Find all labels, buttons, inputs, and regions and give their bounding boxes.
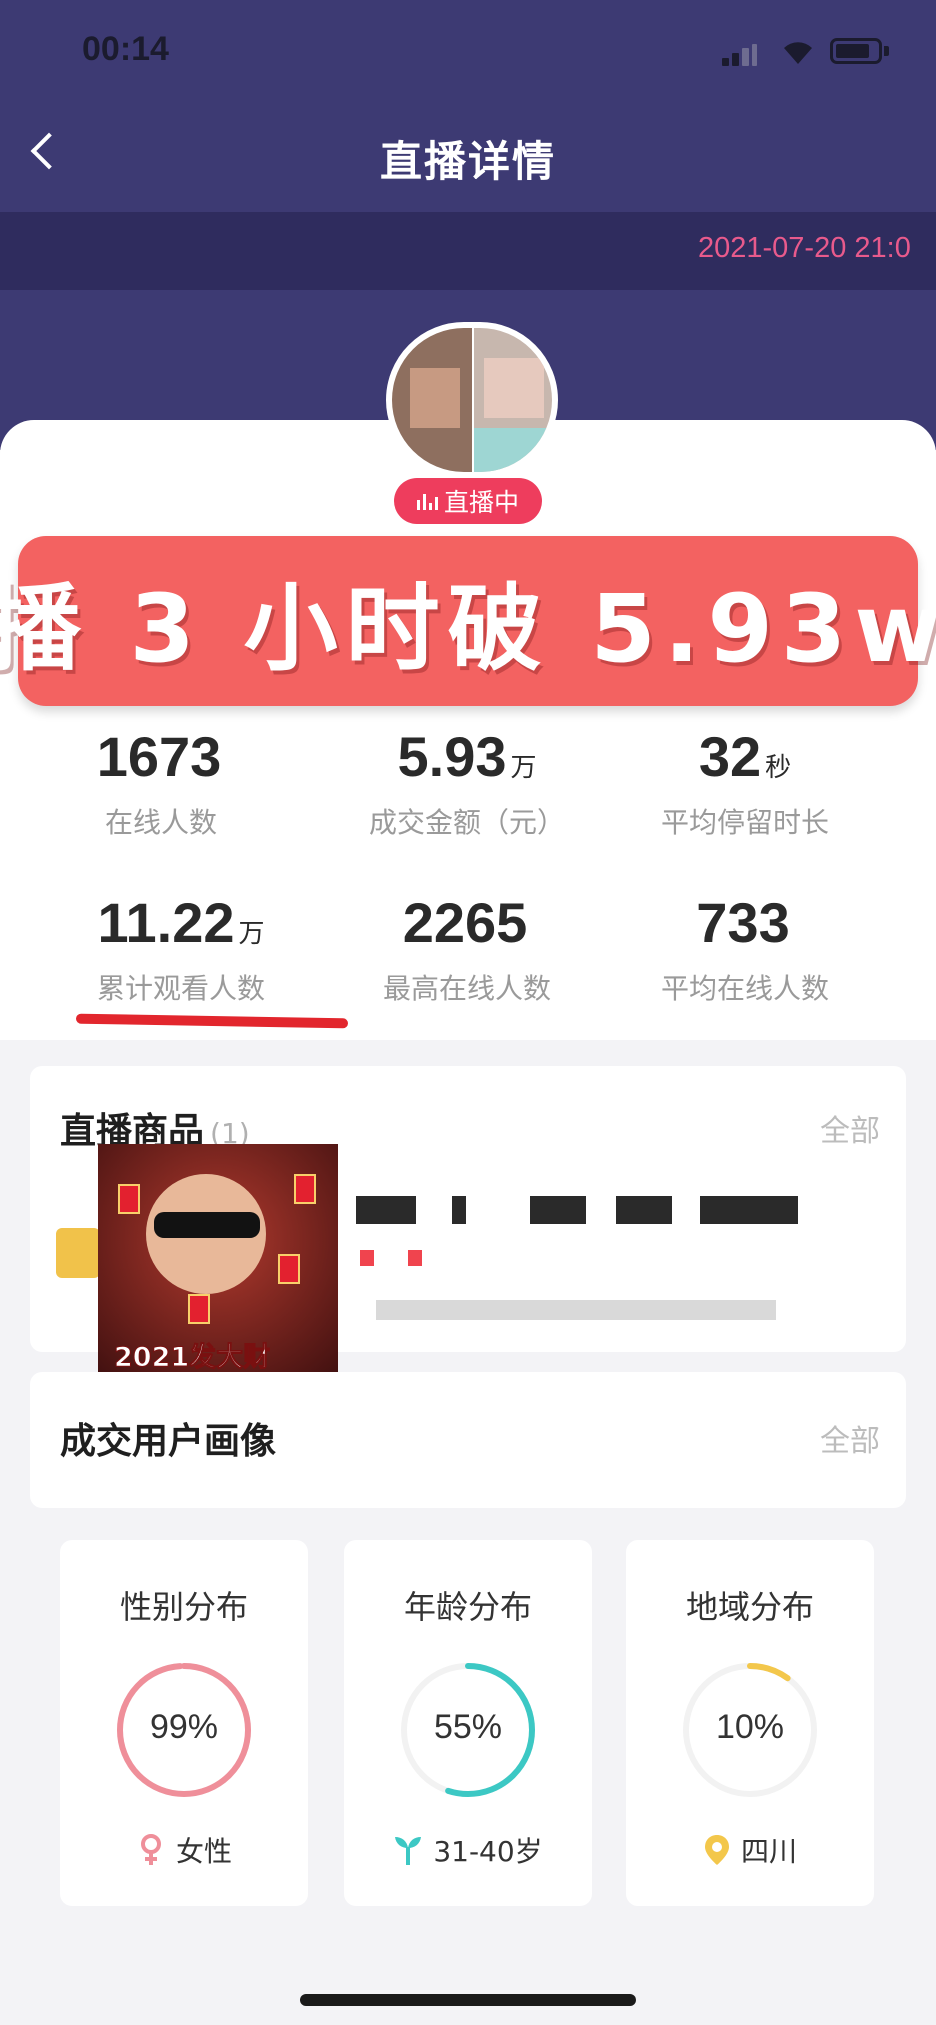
status-bar: 00:14 [0, 0, 936, 105]
stat-total-viewers: 11.22 万 累计观看人数 [46, 890, 316, 1007]
stat-unit: 万 [238, 919, 265, 949]
stat-label: 累计观看人数 [96, 972, 265, 1005]
sprout-icon [395, 1837, 422, 1865]
stats-grid: 1673 在线人数 5.93 万 成交金额（元） 32 秒 平均停留时长 11.22… [26, 712, 910, 1042]
signal-icon [722, 44, 758, 66]
banner-text: 播 3 小时破 5.93w [0, 575, 936, 684]
stat-avg-stay: 32 秒 平均停留时长 [610, 724, 880, 841]
stat-value: 1673 [96, 725, 222, 788]
product-name-redacted-4 [616, 1196, 672, 1224]
ring-percent: 10% [715, 1708, 785, 1746]
stat-value: 11.22 [97, 891, 235, 954]
stat-label: 成交金额（元） [368, 806, 565, 839]
stat-label: 最高在线人数 [382, 972, 551, 1005]
card-footer: 四川 [626, 1830, 874, 1870]
portrait-section: 成交用户画像 全部 [30, 1372, 906, 1508]
stat-avg-online: 733 平均在线人数 [610, 890, 880, 1007]
card-title: 地域分布 [685, 1588, 814, 1626]
gender-distribution-card[interactable]: 性别分布 99% 女性 [60, 1540, 308, 1906]
product-name-redacted-3 [530, 1196, 586, 1224]
products-all-link[interactable]: 全部 [820, 1106, 880, 1150]
product-name-redacted [356, 1196, 416, 1224]
battery-icon [830, 38, 882, 64]
product-price-redacted [360, 1250, 374, 1266]
product-name-redacted-5 [700, 1196, 798, 1224]
product-thumbnail-partial [56, 1228, 100, 1278]
location-pin-icon [704, 1835, 729, 1865]
stat-peak-online: 2265 最高在线人数 [332, 890, 602, 1007]
stat-sales-amount: 5.93 万 成交金额（元） [332, 724, 602, 841]
stat-value: 32 [698, 725, 762, 788]
wifi-icon [784, 42, 812, 64]
ring-percent: 99% [149, 1708, 219, 1746]
card-footer: 女性 [60, 1830, 308, 1870]
live-date: 2021-07-20 21:0 [698, 232, 911, 264]
overlay-banner: 播 3 小时破 5.93w [0, 536, 936, 706]
stat-unit: 秒 [765, 753, 792, 783]
portrait-all-link[interactable]: 全部 [820, 1416, 880, 1460]
stat-online-users: 1673 在线人数 [26, 724, 296, 841]
age-distribution-card[interactable]: 年龄分布 55% 31-40岁 [344, 1540, 592, 1906]
product-image-caption: 2021发大财 [113, 1342, 271, 1374]
stat-label: 平均在线人数 [660, 972, 829, 1005]
product-meta-redacted [376, 1300, 776, 1320]
live-badge-label: 直播中 [443, 488, 519, 517]
live-status-badge: 直播中 [394, 478, 542, 524]
stat-label: 平均停留时长 [660, 806, 829, 839]
battery-cap [884, 46, 889, 56]
product-name-redacted-2 [452, 1196, 466, 1224]
ring-percent: 55% [433, 1708, 503, 1746]
female-icon [140, 1834, 161, 1865]
page-title: 直播详情 [379, 137, 556, 186]
stat-unit: 万 [510, 753, 537, 783]
card-label: 四川 [740, 1835, 797, 1868]
stat-value: 2265 [402, 891, 528, 954]
stat-label: 在线人数 [104, 806, 217, 839]
region-distribution-card[interactable]: 地域分布 10% 四川 [626, 1540, 874, 1906]
card-footer: 31-40岁 [344, 1830, 592, 1870]
live-bars-icon [416, 492, 438, 510]
home-indicator[interactable] [300, 1994, 636, 2006]
product-price-redacted-2 [408, 1250, 422, 1266]
card-title: 年龄分布 [403, 1588, 532, 1626]
card-label: 女性 [175, 1835, 232, 1868]
card-label: 31-40岁 [433, 1835, 543, 1868]
portrait-title: 成交用户画像 [60, 1421, 277, 1462]
status-time: 00:14 [82, 30, 169, 68]
stat-value: 733 [696, 891, 790, 954]
stat-value: 5.93 [397, 725, 507, 788]
card-title: 性别分布 [119, 1588, 248, 1626]
host-avatar[interactable] [386, 322, 558, 478]
product-image[interactable]: 2021发大财 [98, 1144, 338, 1384]
